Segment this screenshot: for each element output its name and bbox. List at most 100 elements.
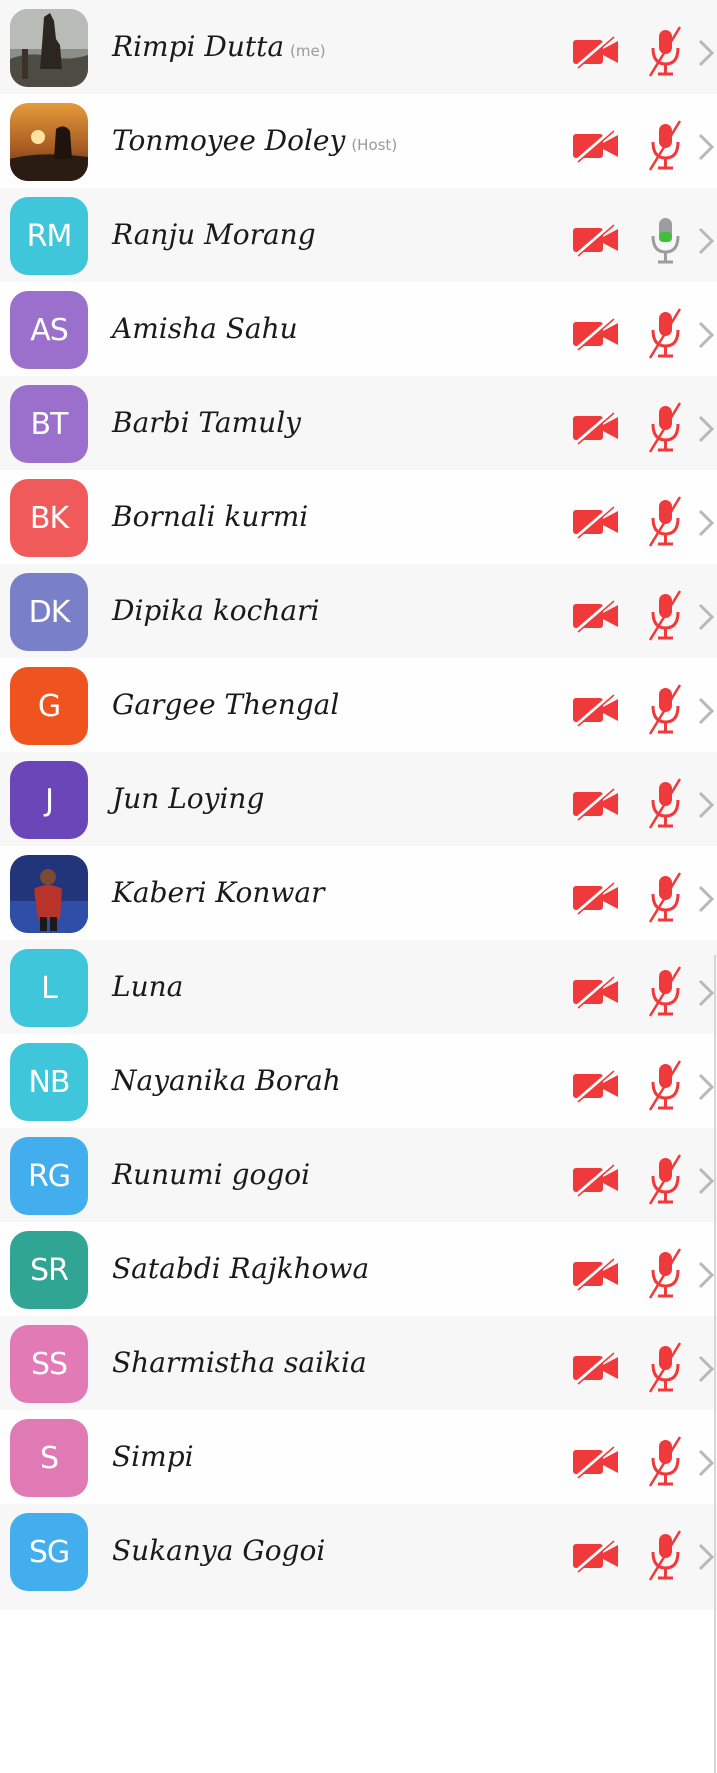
participant-name: Gargee Thengal — [112, 688, 339, 721]
participant-name: Sukanya Gogoi — [112, 1534, 325, 1567]
chevron-right-icon[interactable] — [697, 884, 715, 914]
chevron-right-icon[interactable] — [697, 978, 715, 1008]
participant-name-text: Barbi Tamuly — [112, 406, 301, 439]
mic-on-icon[interactable] — [646, 212, 686, 268]
participant-row[interactable]: RG Runumi gogoi — [0, 1128, 717, 1234]
mic-off-icon[interactable] — [646, 1058, 686, 1114]
participant-row[interactable]: DK Dipika kochari — [0, 564, 717, 670]
participant-name-text: Simpi — [112, 1440, 194, 1473]
participant-row[interactable]: L Luna — [0, 940, 717, 1046]
video-off-icon[interactable] — [572, 786, 620, 821]
mic-off-icon[interactable] — [646, 588, 686, 644]
participant-row[interactable]: Rimpi Dutta (me) — [0, 0, 717, 106]
mic-off-icon[interactable] — [646, 400, 686, 456]
participant-row[interactable]: Tonmoyee Doley (Host) — [0, 94, 717, 200]
chevron-right-icon[interactable] — [697, 790, 715, 820]
participant-name: Rimpi Dutta (me) — [112, 30, 326, 63]
video-off-icon[interactable] — [572, 1444, 620, 1479]
chevron-right-icon[interactable] — [697, 1072, 715, 1102]
chevron-right-icon[interactable] — [697, 602, 715, 632]
avatar: BK — [10, 479, 88, 557]
mic-off-icon[interactable] — [646, 1340, 686, 1396]
video-off-icon[interactable] — [572, 974, 620, 1009]
video-off-icon[interactable] — [572, 1350, 620, 1385]
participant-row[interactable]: J Jun Loying — [0, 752, 717, 858]
video-off-icon[interactable] — [572, 316, 620, 351]
participant-name: Runumi gogoi — [112, 1158, 310, 1191]
avatar: DK — [10, 573, 88, 651]
video-off-icon[interactable] — [572, 692, 620, 727]
video-off-icon[interactable] — [572, 598, 620, 633]
participant-row[interactable]: AS Amisha Sahu — [0, 282, 717, 388]
participant-name: Dipika kochari — [112, 594, 319, 627]
mic-off-icon[interactable] — [646, 964, 686, 1020]
chevron-right-icon[interactable] — [697, 508, 715, 538]
avatar — [10, 9, 88, 87]
mic-off-icon[interactable] — [646, 776, 686, 832]
avatar-initials: NB — [28, 1064, 70, 1100]
mic-off-icon[interactable] — [646, 24, 686, 80]
mic-off-icon[interactable] — [646, 1152, 686, 1208]
participant-row[interactable]: G Gargee Thengal — [0, 658, 717, 764]
participant-name-text: Jun Loying — [112, 782, 265, 815]
chevron-right-icon[interactable] — [697, 696, 715, 726]
avatar: G — [10, 667, 88, 745]
mic-off-icon[interactable] — [646, 118, 686, 174]
chevron-right-icon[interactable] — [697, 1354, 715, 1384]
participant-row[interactable]: RM Ranju Morang — [0, 188, 717, 294]
avatar: S — [10, 1419, 88, 1497]
avatar-initials: S — [39, 1440, 59, 1476]
mic-off-icon[interactable] — [646, 1246, 686, 1302]
participant-row[interactable]: S Simpi — [0, 1410, 717, 1516]
video-off-icon[interactable] — [572, 1162, 620, 1197]
participant-row[interactable]: SS Sharmistha saikia — [0, 1316, 717, 1422]
participant-row[interactable]: SG Sukanya Gogoi — [0, 1504, 717, 1610]
video-off-icon[interactable] — [572, 1538, 620, 1573]
chevron-right-icon[interactable] — [697, 1448, 715, 1478]
mic-off-icon[interactable] — [646, 306, 686, 362]
participants-list: Rimpi Dutta (me) Tonmoyee Doley (Host) R… — [0, 0, 717, 1773]
avatar-initials: AS — [30, 312, 69, 348]
chevron-right-icon[interactable] — [697, 1542, 715, 1572]
mic-off-icon[interactable] — [646, 494, 686, 550]
avatar-initials: BT — [30, 406, 69, 442]
chevron-right-icon[interactable] — [697, 226, 715, 256]
video-off-icon[interactable] — [572, 222, 620, 257]
participant-name-text: Kaberi Konwar — [112, 876, 325, 909]
mic-off-icon[interactable] — [646, 870, 686, 926]
avatar: RM — [10, 197, 88, 275]
mic-off-icon[interactable] — [646, 1528, 686, 1584]
participant-name-text: Sharmistha saikia — [112, 1346, 367, 1379]
participant-row[interactable]: BT Barbi Tamuly — [0, 376, 717, 482]
avatar: RG — [10, 1137, 88, 1215]
participant-name-text: Bornali kurmi — [112, 500, 309, 533]
chevron-right-icon[interactable] — [697, 414, 715, 444]
participant-row[interactable]: NB Nayanika Borah — [0, 1034, 717, 1140]
video-off-icon[interactable] — [572, 504, 620, 539]
avatar-initials: RG — [27, 1158, 71, 1194]
mic-off-icon[interactable] — [646, 682, 686, 738]
chevron-right-icon[interactable] — [697, 38, 715, 68]
scrollbar[interactable] — [714, 955, 716, 1773]
avatar-initials: SR — [30, 1252, 69, 1288]
video-off-icon[interactable] — [572, 410, 620, 445]
video-off-icon[interactable] — [572, 34, 620, 69]
video-off-icon[interactable] — [572, 1068, 620, 1103]
avatar-initials: L — [41, 970, 58, 1006]
participant-row[interactable]: SR Satabdi Rajkhowa — [0, 1222, 717, 1328]
participant-name-text: Sukanya Gogoi — [112, 1534, 326, 1567]
mic-off-icon[interactable] — [646, 1434, 686, 1490]
video-off-icon[interactable] — [572, 880, 620, 915]
chevron-right-icon[interactable] — [697, 320, 715, 350]
video-off-icon[interactable] — [572, 128, 620, 163]
participant-name-text: Nayanika Borah — [112, 1064, 341, 1097]
participant-row[interactable]: BK Bornali kurmi — [0, 470, 717, 576]
avatar — [10, 855, 88, 933]
chevron-right-icon[interactable] — [697, 1260, 715, 1290]
participant-name-text: Luna — [112, 970, 184, 1003]
video-off-icon[interactable] — [572, 1256, 620, 1291]
avatar-initials: RM — [26, 218, 73, 254]
chevron-right-icon[interactable] — [697, 132, 715, 162]
chevron-right-icon[interactable] — [697, 1166, 715, 1196]
participant-row[interactable]: Kaberi Konwar — [0, 846, 717, 952]
